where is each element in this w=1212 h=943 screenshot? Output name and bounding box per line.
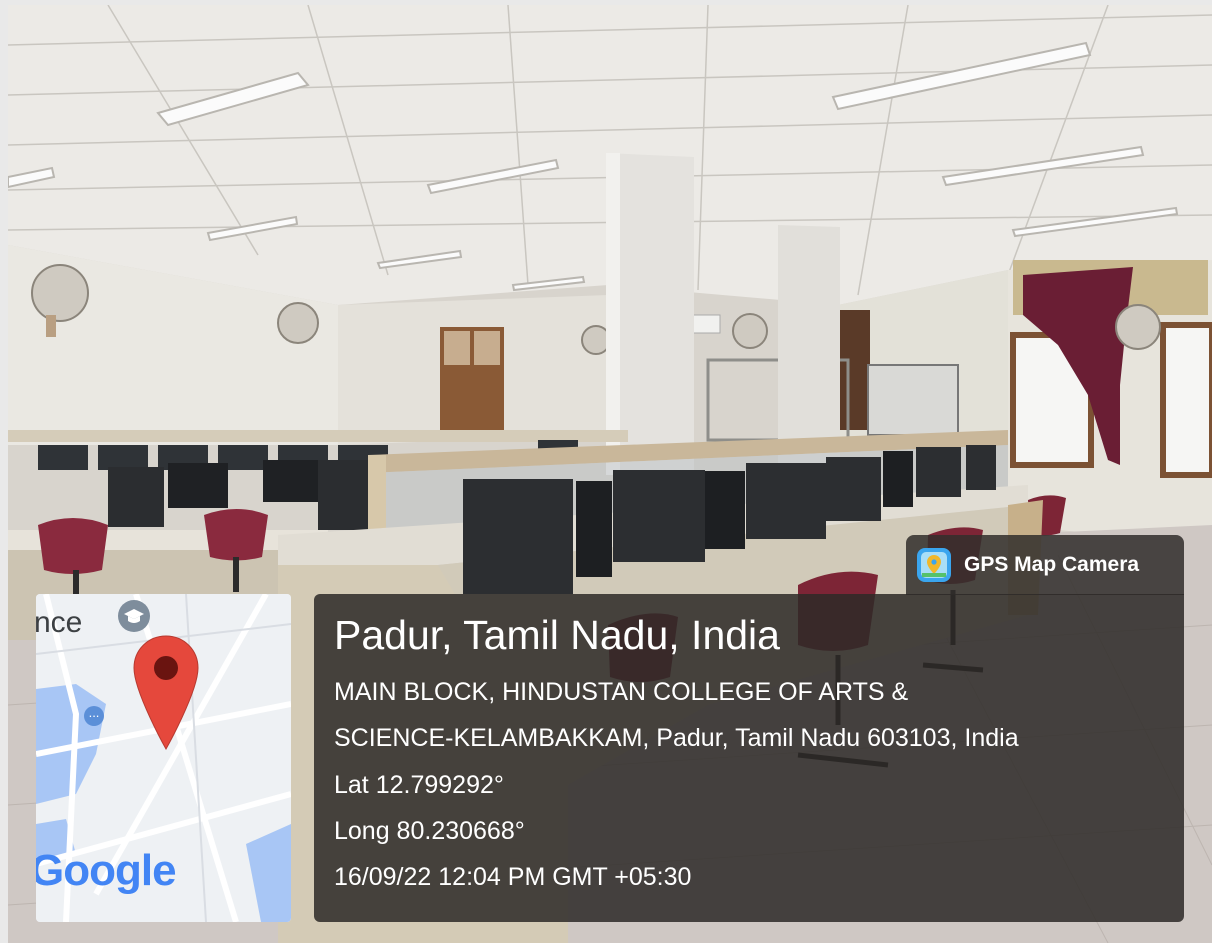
latitude: Lat 12.799292°: [334, 771, 504, 799]
address-line-1: MAIN BLOCK, HINDUSTAN COLLEGE OF ARTS &: [334, 678, 909, 706]
address-line-2: SCIENCE-KELAMBAKKAM, Padur, Tamil Nadu 6…: [334, 724, 1019, 752]
gps-camera-text: GPS Map Camera: [964, 553, 1140, 576]
datetime: 16/09/22 12:04 PM GMT +05:30: [334, 863, 692, 891]
location-marker-icon: [131, 634, 201, 759]
map-poi-icon: ...: [84, 706, 104, 726]
gps-camera-label: GPS Map Camera: [906, 535, 1184, 595]
google-logo: Google: [36, 846, 177, 895]
longitude: Long 80.230668°: [334, 817, 525, 845]
place-title: Padur, Tamil Nadu, India: [334, 612, 780, 658]
map-pin-camera-icon: [916, 547, 952, 583]
location-map: nce ... Google: [36, 594, 291, 922]
location-info-panel: Padur, Tamil Nadu, India MAIN BLOCK, HIN…: [314, 594, 1184, 922]
map-place-fragment: nce: [36, 606, 83, 639]
graduation-cap-icon: [118, 600, 150, 632]
